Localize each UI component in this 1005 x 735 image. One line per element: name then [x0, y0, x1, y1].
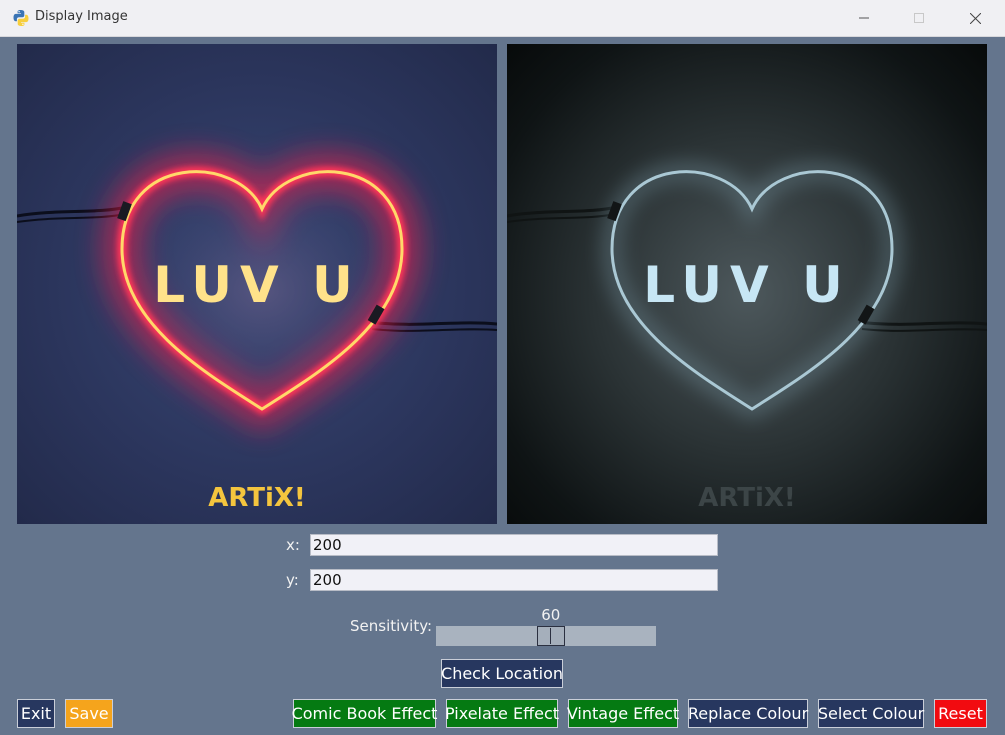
vintage-effect-button[interactable]: Vintage Effect	[567, 699, 679, 728]
reset-button[interactable]: Reset	[934, 699, 987, 728]
replace-colour-button[interactable]: Replace Colour	[688, 699, 808, 728]
maximize-button[interactable]	[896, 0, 942, 36]
x-label: x:	[286, 536, 300, 554]
pixelate-effect-button[interactable]: Pixelate Effect	[445, 699, 559, 728]
comic-book-effect-button[interactable]: Comic Book Effect	[292, 699, 437, 728]
check-location-button[interactable]: Check Location	[441, 659, 563, 688]
artix-logo: ARTiX!	[208, 483, 306, 513]
neon-heart-original: LUV U ARTiX!	[17, 152, 497, 513]
close-button[interactable]	[952, 0, 998, 36]
sensitivity-value: 60	[541, 606, 561, 624]
close-icon	[969, 12, 981, 24]
heart-caption: LUV U	[153, 256, 360, 314]
artix-logo: ARTiX!	[698, 483, 796, 513]
original-image[interactable]: LUV U ARTiX!	[17, 44, 497, 524]
minimize-button[interactable]	[841, 0, 887, 36]
exit-button[interactable]: Exit	[17, 699, 55, 728]
heart-caption: LUV U	[643, 256, 850, 314]
python-icon	[13, 10, 29, 26]
display-image-window: Display Image LUV U ARTiX! LUV U ARTiX! …	[0, 0, 1005, 735]
sensitivity-label: Sensitivity:	[350, 617, 433, 635]
maximize-icon	[914, 13, 924, 23]
title-bar: Display Image	[0, 0, 1005, 37]
sensitivity-slider-thumb[interactable]	[536, 626, 565, 646]
x-input[interactable]	[310, 534, 718, 556]
minimize-icon	[859, 17, 869, 19]
window-title: Display Image	[35, 9, 128, 24]
y-label: y:	[286, 571, 299, 589]
neon-heart-processed: LUV U ARTiX!	[507, 163, 987, 513]
processed-image[interactable]: LUV U ARTiX!	[507, 44, 987, 524]
y-input[interactable]	[310, 569, 718, 591]
save-button[interactable]: Save	[65, 699, 113, 728]
select-colour-button[interactable]: Select Colour	[818, 699, 924, 728]
